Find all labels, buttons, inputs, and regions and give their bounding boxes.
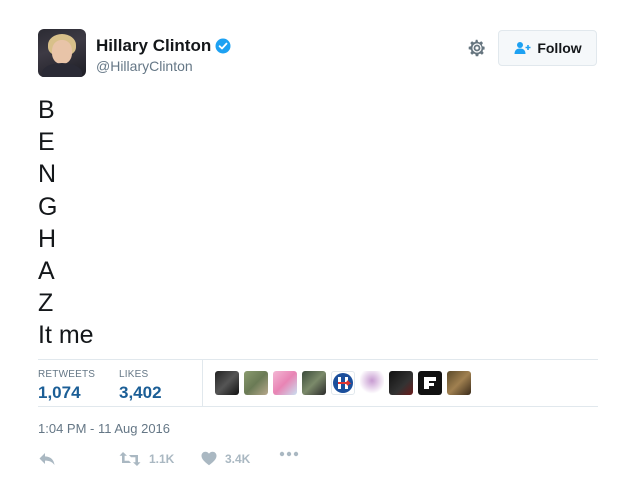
avatar-shoulders	[42, 63, 82, 77]
retweets-label: RETWEETS	[38, 369, 96, 380]
retweets-count: 1,074	[38, 383, 81, 402]
retweet-count: 1.1K	[149, 452, 175, 466]
like-count: 3.4K	[225, 451, 251, 466]
like-button[interactable]: 3.4K	[201, 451, 250, 466]
tweet-timestamp[interactable]: 1:04 PM - 11 Aug 2016	[38, 421, 170, 436]
user-avatar[interactable]	[38, 29, 86, 77]
retweets-stat[interactable]: RETWEETS 1,074	[38, 369, 95, 403]
liker-avatar[interactable]	[302, 371, 326, 395]
retweet-button[interactable]: 1.1K	[119, 451, 174, 467]
tweet-line: A	[38, 257, 55, 286]
tweet-line: G	[38, 192, 58, 221]
liker-avatar[interactable]	[273, 371, 297, 395]
likes-stat[interactable]: LIKES 3,402	[119, 369, 162, 403]
liker-avatar[interactable]	[447, 371, 471, 395]
more-options-button[interactable]	[279, 451, 299, 457]
reply-icon	[39, 453, 55, 465]
add-user-icon	[514, 42, 531, 54]
tweet-line: It me	[38, 321, 94, 350]
retweet-icon	[119, 452, 141, 466]
user-handle[interactable]: @HillaryClinton	[96, 58, 231, 74]
tweet-actions: 1.1K 3.4K	[38, 451, 598, 471]
likes-label: LIKES	[119, 369, 149, 380]
tweet-line: H	[38, 224, 57, 253]
liker-avatar[interactable]	[244, 371, 268, 395]
reply-button[interactable]	[38, 451, 56, 467]
tweet-line: Z	[38, 289, 54, 318]
tweet-header: Hillary Clinton @HillaryClinton Follow	[38, 29, 598, 79]
tweet-stats: RETWEETS 1,074 LIKES 3,402	[38, 359, 598, 407]
more-dots-icon	[279, 451, 299, 457]
user-name-block[interactable]: Hillary Clinton @HillaryClinton	[96, 36, 231, 74]
liker-avatar[interactable]	[215, 371, 239, 395]
liker-avatar[interactable]	[389, 371, 413, 395]
avatar-face	[52, 40, 72, 64]
verified-badge-icon	[215, 38, 231, 54]
letter-logo-icon	[424, 377, 436, 389]
likes-count: 3,402	[119, 383, 162, 402]
heart-icon	[201, 451, 217, 466]
tweet-line: B	[38, 96, 55, 124]
tweet-line: N	[38, 160, 57, 189]
hillary-logo-icon	[333, 373, 353, 393]
follow-button-label: Follow	[537, 40, 582, 56]
tweet-line: E	[38, 128, 55, 157]
liker-avatar[interactable]	[360, 371, 384, 395]
likers-avatars	[215, 371, 476, 395]
liker-avatar[interactable]	[418, 371, 442, 395]
gear-icon[interactable]	[467, 38, 487, 58]
tweet-text: B E N G H A Z It me	[38, 94, 94, 352]
liker-avatar[interactable]	[331, 371, 355, 395]
display-name[interactable]: Hillary Clinton	[96, 36, 211, 56]
follow-button[interactable]: Follow	[498, 30, 597, 66]
name-row: Hillary Clinton	[96, 36, 231, 56]
stats-divider	[202, 360, 203, 407]
